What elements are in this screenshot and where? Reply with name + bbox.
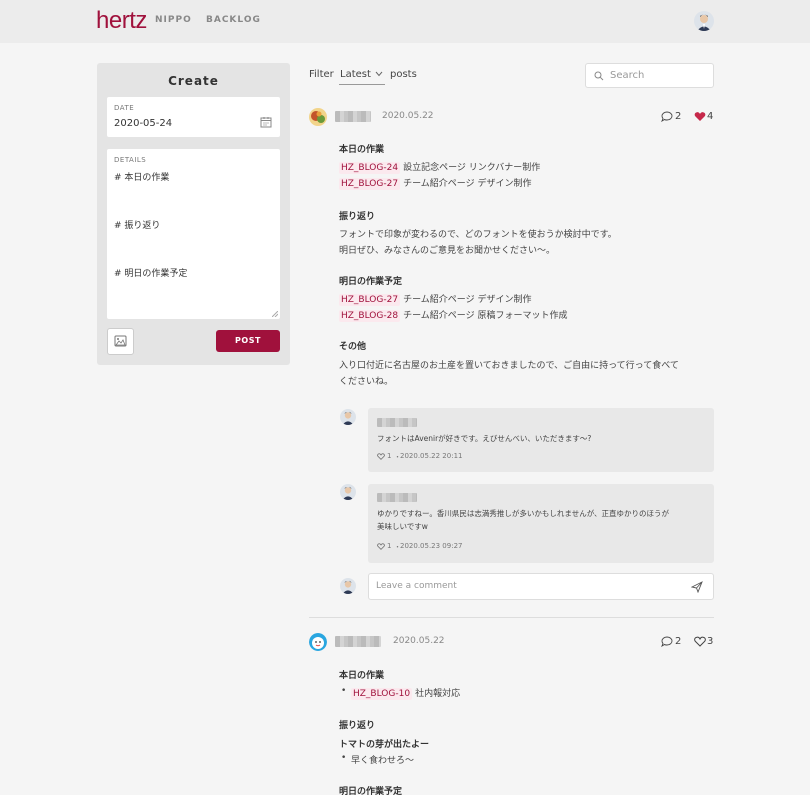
comment-count: 2: [675, 636, 682, 647]
comment-icon[interactable]: [661, 111, 673, 122]
like-count: 3: [707, 636, 714, 647]
task-line: HZ_BLOG-24 設立記念ページ リンクバナー制作: [339, 160, 540, 174]
issue-tag[interactable]: HZ_BLOG-27: [339, 178, 401, 190]
heart-icon[interactable]: [377, 543, 385, 550]
like-count: 4: [707, 111, 714, 122]
post-author-name[interactable]: [335, 111, 371, 122]
comment-text: ゆかりですねー。香川県民は志満秀推しが多いかもしれませんが、正直ゆかりのほうが: [377, 509, 670, 518]
post-date: 2020.05.22: [382, 111, 434, 121]
search-input[interactable]: Search: [585, 63, 714, 88]
body-text: 明日ぜひ、みなさんのご意見をお聞かせください〜。: [339, 246, 556, 256]
task-line: HZ_BLOG-27 チーム紹介ページ デザイン制作: [339, 292, 531, 306]
issue-tag[interactable]: HZ_BLOG-10: [351, 688, 413, 700]
bullet-text: 早く食わせろ〜: [351, 756, 415, 766]
heart-filled-icon[interactable]: [694, 111, 706, 122]
task-text: チーム紹介ページ デザイン制作: [403, 179, 532, 189]
search-icon: [594, 71, 604, 81]
nav-backlog[interactable]: BACKLOG: [206, 15, 261, 25]
send-icon[interactable]: [691, 581, 703, 593]
body-text: フォントで印象が変わるので、どのフォントを使おうか検討中です。: [339, 230, 617, 240]
resize-grip-icon[interactable]: [272, 311, 278, 317]
section-title: 明日の作業予定: [339, 277, 403, 287]
details-textarea[interactable]: DETAILS # 本日の作業 # 振り返り # 明日の作業予定: [107, 149, 280, 319]
task-text: チーム紹介ページ 原稿フォーマット作成: [403, 311, 568, 321]
date-label: DATE: [114, 104, 135, 112]
current-user-avatar: [340, 578, 356, 594]
attach-image-button[interactable]: [107, 328, 134, 355]
details-line: # 明日の作業予定: [114, 269, 188, 279]
section-title: 本日の作業: [339, 671, 385, 681]
issue-tag[interactable]: HZ_BLOG-27: [339, 294, 401, 306]
create-card: Create DATE 2020-05-24 DETAILS # 本日の作業 #…: [97, 63, 290, 365]
commenter-name[interactable]: [377, 418, 417, 427]
section-title: 明日の作業予定: [339, 787, 403, 795]
user-avatar[interactable]: [694, 11, 714, 31]
comment-card: フォントはAvenirが好きです。えびせんべい、いただきます〜? 1 ・ 202…: [368, 408, 714, 472]
task-line: HZ_BLOG-10 社内報対応: [351, 686, 460, 700]
post-author-avatar[interactable]: [309, 108, 327, 126]
section-title: 振り返り: [339, 212, 376, 222]
details-line: # 振り返り: [114, 221, 161, 231]
post-author-name[interactable]: [335, 636, 381, 647]
body-text: くださいね。: [339, 377, 394, 387]
post-date: 2020.05.22: [393, 636, 445, 646]
post-author-avatar[interactable]: [309, 633, 327, 651]
comment-text: フォントはAvenirが好きです。えびせんべい、いただきます〜?: [377, 434, 592, 443]
chevron-down-icon[interactable]: [375, 71, 383, 77]
post-divider: [309, 617, 714, 618]
image-icon: [114, 335, 127, 347]
date-field[interactable]: DATE 2020-05-24: [107, 97, 280, 137]
date-value: 2020-05-24: [114, 118, 173, 129]
comment-date: 2020.05.22 20:11: [400, 452, 463, 460]
commenter-avatar[interactable]: [340, 484, 356, 500]
section-title: 本日の作業: [339, 145, 385, 155]
create-title: Create: [168, 74, 219, 88]
bold-text: トマトの芽が出たよー: [339, 740, 430, 750]
commenter-avatar[interactable]: [340, 409, 356, 425]
comment-input[interactable]: Leave a comment: [368, 573, 714, 600]
nav-nippo[interactable]: NIPPO: [155, 15, 192, 25]
comment-icon[interactable]: [661, 636, 673, 647]
issue-tag[interactable]: HZ_BLOG-28: [339, 310, 401, 322]
search-placeholder: Search: [610, 70, 645, 81]
heart-icon[interactable]: [377, 453, 385, 460]
details-line: # 本日の作業: [114, 173, 170, 183]
filter-label: Filter: [309, 69, 334, 80]
task-text: チーム紹介ページ デザイン制作: [403, 295, 532, 305]
calendar-icon[interactable]: [260, 116, 272, 128]
issue-tag[interactable]: HZ_BLOG-24: [339, 162, 401, 174]
task-text: 社内報対応: [415, 689, 461, 699]
task-line: HZ_BLOG-27 チーム紹介ページ デザイン制作: [339, 176, 531, 190]
comment-like-count: 1: [387, 542, 392, 550]
section-title: 振り返り: [339, 721, 376, 731]
task-text: 設立記念ページ リンクバナー制作: [403, 163, 541, 173]
comment-text: 美味しいですw: [377, 522, 428, 531]
comment-count: 2: [675, 111, 682, 122]
filter-underline: [339, 84, 385, 85]
filter-select[interactable]: Latest: [340, 69, 371, 80]
section-title: その他: [339, 342, 367, 352]
comment-placeholder: Leave a comment: [376, 581, 457, 591]
bullet-dot: •: [341, 753, 347, 763]
post-button[interactable]: POST: [216, 330, 280, 352]
hertz-logo[interactable]: hertz: [96, 7, 147, 35]
top-navbar: hertz NIPPO BACKLOG: [0, 0, 810, 43]
comment-card: ゆかりですねー。香川県民は志満秀推しが多いかもしれませんが、正直ゆかりのほうが …: [368, 484, 714, 563]
comment-date: 2020.05.23 09:27: [400, 542, 463, 550]
task-line: HZ_BLOG-28 チーム紹介ページ 原稿フォーマット作成: [339, 308, 567, 322]
commenter-name[interactable]: [377, 493, 417, 502]
heart-icon[interactable]: [694, 636, 706, 647]
bullet-dot: •: [341, 686, 347, 696]
comment-like-count: 1: [387, 452, 392, 460]
details-label: DETAILS: [114, 156, 147, 164]
body-text: 入り口付近に名古屋のお土産を置いておきましたので、ご自由に持って行って食べて: [339, 361, 679, 371]
posts-label: posts: [390, 69, 417, 80]
